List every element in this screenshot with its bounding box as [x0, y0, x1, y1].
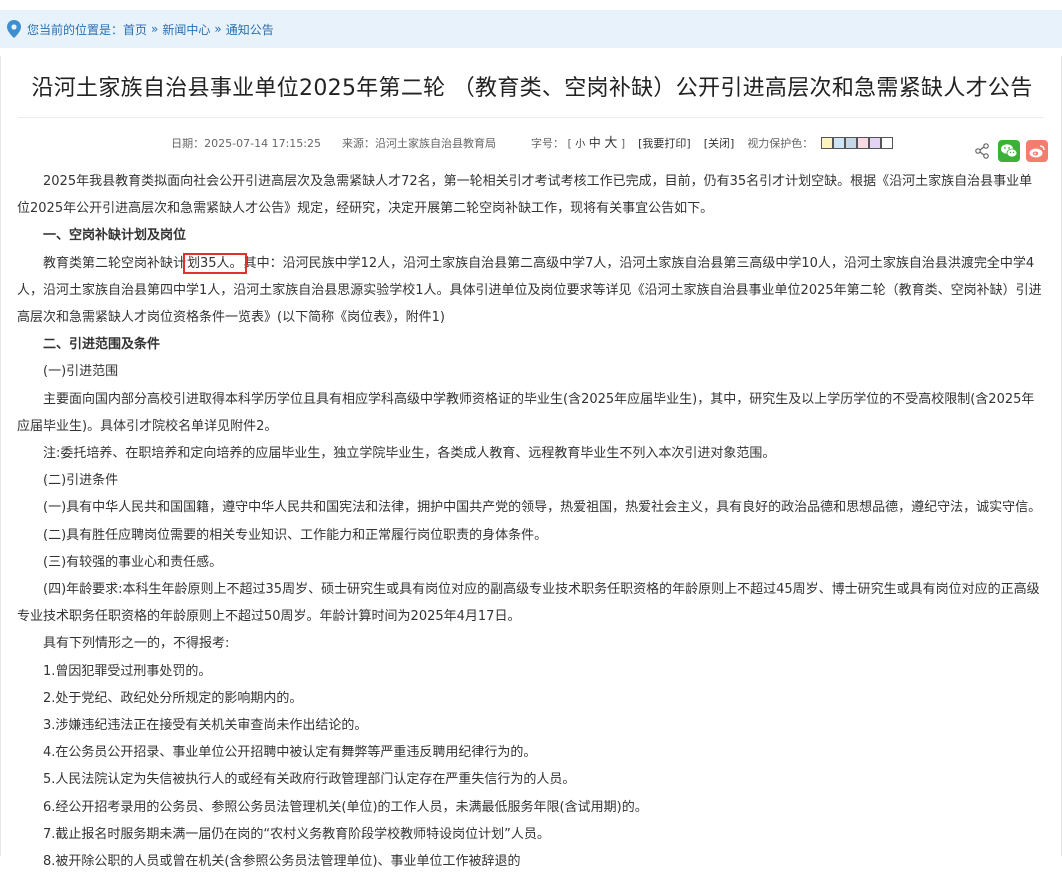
location-pin-icon — [3, 10, 25, 48]
share-bar — [972, 140, 1048, 162]
page-title: 沿河土家族自治县事业单位2025年第二轮 （教育类、空岗补缺）公开引进高层次和急… — [31, 76, 1033, 101]
source-value: 沿河土家族自治县教育局 — [375, 137, 496, 150]
list-item: 7.截止报名时服务期未满一届仍在岗的“农村义务教育阶段学校教师特设岗位计划”人员… — [43, 826, 550, 842]
date-label: 日期： — [171, 137, 205, 150]
paragraph: (三)有较强的事业心和责任感。 — [43, 554, 223, 570]
paragraph: (二)具有胜任应聘岗位需要的相关专业知识、工作能力和正常履行岗位职责的身体条件。 — [43, 527, 548, 543]
list-item: 5.人民法院认定为失信被执行人的或经有关政府行政管理部门认定存在严重失信行为的人… — [43, 772, 576, 788]
paragraph: 主要面向国内部分高校引进取得本科学历学位且具有相应学科高级中学教师资格证的毕业生… — [17, 391, 1035, 434]
paragraph: (一)具有中华人民共和国国籍，遵守中华人民共和国宪法和法律，拥护中国共产党的领导… — [43, 500, 1042, 516]
font-medium-button[interactable]: 中 — [589, 134, 601, 151]
close-button[interactable]: [关闭] — [704, 135, 735, 151]
date-value: 2025-07-14 17:15:25 — [204, 137, 321, 150]
article-panel: 沿河土家族自治县事业单位2025年第二轮 （教育类、空岗补缺）公开引进高层次和急… — [0, 56, 1062, 869]
section-heading: 二、引进范围及条件 — [43, 337, 161, 353]
font-bracket-close: ] — [620, 137, 626, 150]
breadcrumb-prefix: 您当前的位置是： — [27, 22, 124, 37]
subsection-heading: (一)引进范围 — [43, 364, 119, 380]
list-item: 8.被开除公职的人员或曾在机关(含参照公务员法管理单位)、事业单位工作被辞退的 — [43, 854, 521, 870]
source-label: 来源： — [342, 137, 375, 150]
highlighted-quota: 划35人。 — [183, 252, 247, 274]
eye-color-swatch[interactable] — [820, 136, 833, 149]
list-item: 6.经公开招考录用的公务员、参照公务员法管理机关(单位)的工作人员，未满最低服务… — [43, 799, 648, 815]
paragraph: 具有下列情形之一的，不得报考: — [43, 636, 230, 652]
font-large-button[interactable]: 大 — [604, 132, 617, 151]
subsection-heading: (二)引进条件 — [43, 473, 119, 489]
list-item: 4.在公务员公开招录、事业单位公开招聘中被认定有舞弊等严重违反聘用纪律行为的。 — [43, 745, 537, 761]
breadcrumb-home-link[interactable]: 首页 — [123, 21, 147, 38]
print-button[interactable]: [我要打印] — [638, 135, 691, 151]
section-heading: 一、空岗补缺计划及岗位 — [43, 228, 187, 244]
font-small-button[interactable]: 小 — [575, 135, 585, 150]
paragraph: 2025年我县教育类拟面向社会公开引进高层次及急需紧缺人才72名，第一轮相关引才… — [17, 174, 1033, 217]
eye-color-swatch[interactable] — [832, 136, 845, 149]
eye-protection-label: 视力保护色： — [747, 137, 814, 150]
eye-color-swatch[interactable] — [880, 136, 893, 149]
eye-color-swatch[interactable] — [856, 136, 869, 149]
list-item: 2.处于党纪、政纪处分所规定的影响期内的。 — [43, 690, 303, 706]
paragraph: 注:委托培养、在职培养和定向培养的应届毕业生，独立学院毕业生，各类成人教育、远程… — [43, 446, 776, 462]
eye-color-swatch[interactable] — [868, 136, 881, 149]
weibo-icon[interactable] — [1026, 140, 1048, 162]
breadcrumb-news-link[interactable]: 新闻中心 — [162, 21, 210, 38]
paragraph: (四)年龄要求:本科生年龄原则上不超过35周岁、硕士研究生或具有岗位对应的副高级… — [17, 582, 1040, 625]
title-divider — [18, 117, 1044, 118]
breadcrumb-notice-link[interactable]: 通知公告 — [226, 21, 274, 38]
font-bracket-open: [ — [567, 137, 572, 150]
breadcrumb-separator: » — [214, 22, 222, 36]
wechat-icon[interactable] — [998, 140, 1020, 162]
article-meta: 日期：2025-07-14 17:15:25 来源：沿河土家族自治县教育局 字号… — [1, 132, 1062, 152]
list-item: 3.涉嫌违纪违法正在接受有关机关审查尚未作出结论的。 — [43, 718, 368, 734]
breadcrumb: 您当前的位置是： 首页 » 新闻中心 » 通知公告 — [0, 10, 1062, 48]
share-icon[interactable] — [972, 141, 992, 161]
font-size-label: 字号： — [531, 137, 564, 150]
eye-color-swatches — [820, 136, 893, 152]
list-item: 1.曾因犯罪受过刑事处罚的。 — [43, 663, 212, 679]
breadcrumb-separator: » — [151, 22, 159, 36]
article-body: 2025年我县教育类拟面向社会公开引进高层次及急需紧缺人才72名，第一轮相关引才… — [17, 168, 1045, 875]
top-strip — [0, 0, 1062, 10]
eye-color-swatch[interactable] — [844, 136, 857, 149]
paragraph: 教育类第二轮空岗补缺计划35人。其中：沿河民族中学12人，沿河土家族自治县第二高… — [17, 252, 1042, 326]
